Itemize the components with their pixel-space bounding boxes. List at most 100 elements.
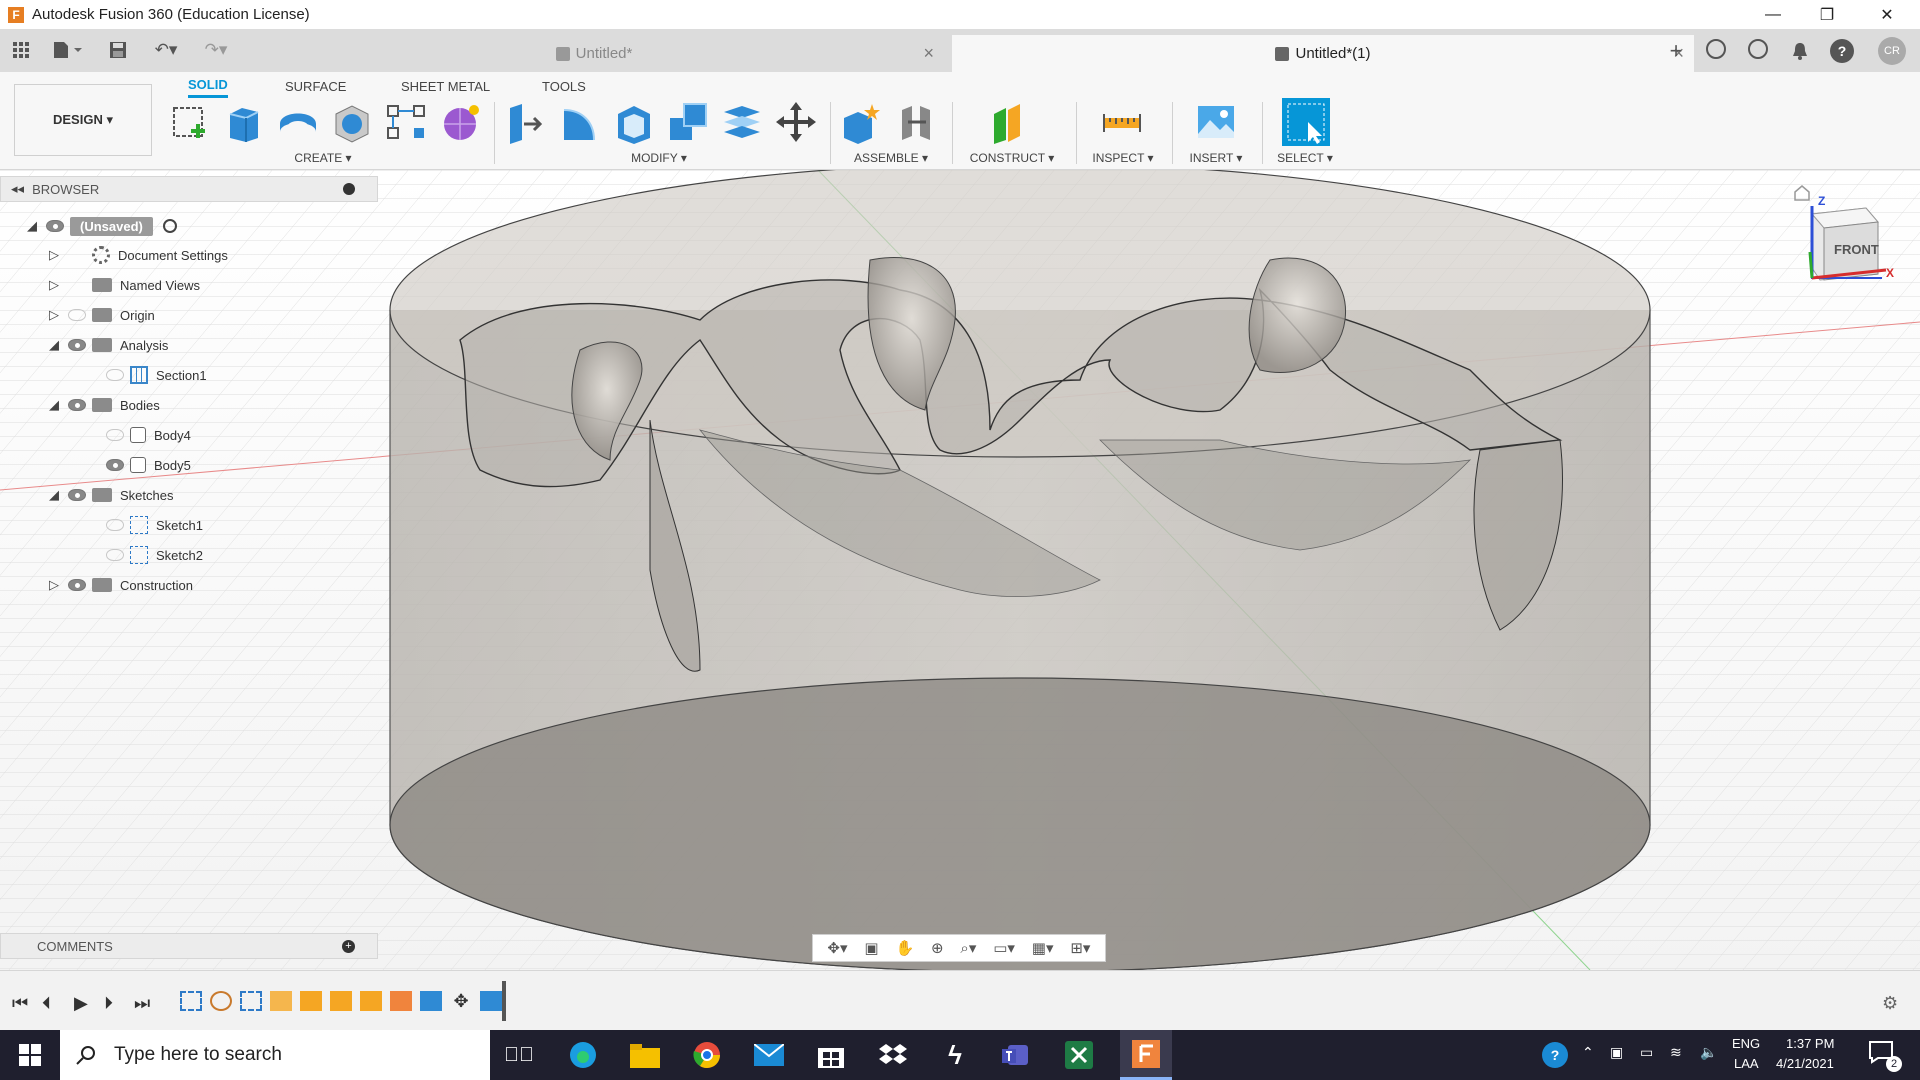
collapse-triangle-icon[interactable]: ◢ [46, 337, 62, 353]
tree-item-construction[interactable]: ▷ Construction [46, 571, 193, 599]
visibility-eye-icon[interactable] [106, 369, 124, 381]
browser-pin-icon[interactable] [343, 183, 355, 195]
create-menu[interactable]: CREATE ▾ [280, 151, 366, 165]
visibility-eye-icon[interactable] [68, 399, 86, 411]
windows-start-button[interactable] [0, 1030, 60, 1080]
move-copy-icon[interactable] [774, 100, 818, 144]
chrome-icon[interactable] [690, 1038, 724, 1072]
wifi-icon[interactable]: ≋ [1670, 1044, 1682, 1061]
tree-item-sketch2[interactable]: Sketch2 [100, 541, 203, 569]
visibility-eye-icon[interactable] [106, 429, 124, 441]
visibility-eye-icon[interactable] [68, 579, 86, 591]
timeline-combine-feature[interactable] [420, 991, 442, 1011]
extrude-icon[interactable] [222, 100, 266, 144]
step-forward-icon[interactable]: ⏵ [104, 993, 113, 1014]
tab-close-icon[interactable]: × [923, 43, 934, 64]
stitch-app-icon[interactable]: ϟ [938, 1038, 972, 1072]
expand-triangle-icon[interactable]: ▷ [46, 577, 62, 593]
file-explorer-icon[interactable] [628, 1038, 662, 1072]
expand-triangle-icon[interactable]: ▷ [46, 247, 62, 263]
pan-hand-icon[interactable]: ✋ [895, 939, 914, 957]
visibility-eye-icon[interactable] [46, 220, 64, 232]
mail-icon[interactable] [752, 1038, 786, 1072]
extensions-icon[interactable] [1706, 39, 1726, 59]
model-canvas[interactable] [0, 170, 1920, 970]
notifications-bell-icon[interactable] [1788, 39, 1812, 63]
step-back-icon[interactable]: ⏴ [42, 993, 51, 1014]
tree-item-sketch1[interactable]: Sketch1 [100, 511, 203, 539]
undo-icon[interactable]: ↶▾ [146, 39, 186, 61]
clock-date[interactable]: 4/21/2021 [1776, 1056, 1834, 1071]
display-settings-icon[interactable]: ▭▾ [993, 939, 1015, 957]
close-window-button[interactable]: ✕ [1860, 0, 1914, 29]
combine-icon[interactable] [666, 100, 710, 144]
edge-browser-icon[interactable] [566, 1038, 600, 1072]
timeline-sketch-feature[interactable] [180, 991, 202, 1011]
timeline-section-feature[interactable] [390, 991, 412, 1011]
inspect-menu[interactable]: INSPECT ▾ [1086, 151, 1160, 165]
construct-menu[interactable]: CONSTRUCT ▾ [962, 151, 1062, 165]
show-hidden-icons-icon[interactable]: ⌃ [1582, 1044, 1594, 1061]
input-region[interactable]: LAA [1734, 1056, 1759, 1071]
restore-button[interactable]: ❐ [1800, 0, 1854, 29]
tree-item-analysis[interactable]: ◢ Analysis [46, 331, 168, 359]
dropbox-icon[interactable] [876, 1038, 910, 1072]
excel-icon[interactable] [1062, 1038, 1096, 1072]
timeline-extrude-feature[interactable] [360, 991, 382, 1011]
app-grid-icon[interactable] [10, 39, 32, 61]
look-at-icon[interactable]: ▣ [864, 939, 878, 957]
visibility-eye-icon[interactable] [106, 459, 124, 471]
expand-triangle-icon[interactable]: ▷ [46, 277, 62, 293]
collapse-triangle-icon[interactable]: ◢ [46, 397, 62, 413]
workspace-design-button[interactable]: DESIGN ▾ [14, 84, 152, 156]
tree-item-origin[interactable]: ▷ Origin [46, 301, 155, 329]
insert-canvas-icon[interactable] [1194, 100, 1238, 144]
fillet-icon[interactable] [558, 100, 602, 144]
tab-untitled-1[interactable]: Untitled*(1) × [952, 35, 1694, 72]
assemble-menu[interactable]: ASSEMBLE ▾ [846, 151, 936, 165]
grid-settings-icon[interactable]: ▦▾ [1032, 939, 1054, 957]
timeline-move-feature[interactable]: ✥ [450, 991, 472, 1011]
tab-sheet-metal[interactable]: SHEET METAL [401, 74, 490, 98]
joint-icon[interactable] [894, 100, 938, 144]
fit-zoom-icon[interactable]: ⌕▾ [960, 939, 976, 957]
hole-icon[interactable] [330, 100, 374, 144]
offset-plane-icon[interactable] [988, 100, 1032, 144]
input-language[interactable]: ENG [1732, 1036, 1760, 1051]
redo-icon[interactable]: ↷▾ [196, 39, 236, 61]
help-icon[interactable]: ? [1830, 39, 1854, 63]
expand-triangle-icon[interactable]: ▷ [46, 307, 62, 323]
split-body-icon[interactable] [720, 100, 764, 144]
browser-panel-header[interactable]: ◂◂ BROWSER [0, 176, 378, 202]
help-tray-icon[interactable]: ? [1542, 1042, 1568, 1068]
tree-item-body5[interactable]: Body5 [100, 451, 191, 479]
save-icon[interactable] [106, 39, 130, 61]
battery-icon[interactable]: ▭ [1640, 1044, 1653, 1061]
network-tray-icon[interactable]: ▣ [1610, 1044, 1623, 1061]
select-icon[interactable] [1282, 98, 1330, 146]
tree-item-body4[interactable]: Body4 [100, 421, 191, 449]
minimize-button[interactable]: — [1746, 0, 1800, 29]
insert-menu[interactable]: INSERT ▾ [1180, 151, 1252, 165]
orbit-icon[interactable]: ✥▾ [827, 939, 847, 957]
modify-menu[interactable]: MODIFY ▾ [614, 151, 704, 165]
volume-icon[interactable]: 🔈 [1700, 1044, 1717, 1061]
play-icon[interactable]: ▶ [74, 993, 88, 1014]
create-sketch-icon[interactable] [168, 100, 212, 144]
tree-item-section1[interactable]: Section1 [100, 361, 207, 389]
timeline-sketch-feature[interactable] [240, 991, 262, 1011]
teams-icon[interactable] [1000, 1038, 1034, 1072]
revolve-icon[interactable] [276, 100, 320, 144]
visibility-eye-icon[interactable] [68, 339, 86, 351]
fusion-360-taskbar-icon[interactable] [1120, 1030, 1172, 1080]
collapse-triangle-icon[interactable]: ◢ [24, 218, 40, 234]
timeline-settings-gear-icon[interactable]: ⚙ [1882, 993, 1898, 1014]
viewcube-front-label[interactable]: FRONT [1834, 242, 1879, 257]
create-form-icon[interactable] [438, 100, 482, 144]
timeline-combine-feature[interactable] [480, 991, 502, 1011]
tree-root[interactable]: ◢ (Unsaved) [24, 212, 177, 240]
tree-item-bodies[interactable]: ◢ Bodies [46, 391, 160, 419]
file-menu-icon[interactable] [48, 39, 86, 61]
tab-surface[interactable]: SURFACE [285, 74, 346, 98]
activate-radio-icon[interactable] [162, 219, 177, 233]
